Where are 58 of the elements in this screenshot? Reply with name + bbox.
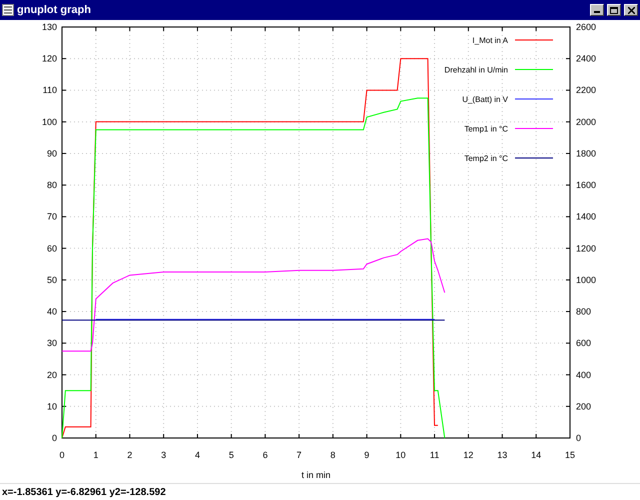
y2-tick-label: 0: [576, 433, 582, 443]
legend-label: Temp1 in °C: [464, 124, 508, 134]
minimize-button[interactable]: [590, 4, 604, 16]
x-tick-label: 3: [161, 450, 166, 460]
close-icon: [628, 6, 634, 14]
x-tick-label: 8: [330, 450, 336, 460]
y-tick-label: 120: [42, 54, 57, 64]
legend-label: Temp2 in °C: [464, 154, 508, 163]
x-tick-label: 4: [194, 450, 200, 460]
app-icon: [2, 4, 14, 16]
y-tick-label: 20: [46, 370, 57, 380]
x-tick-label: 9: [364, 450, 370, 460]
y-tick-label: 110: [42, 85, 57, 96]
window-title: gnuplot graph: [17, 4, 92, 16]
y2-tick-label: 1000: [576, 274, 596, 285]
y2-tick-label: 2400: [576, 54, 596, 64]
y-tick-label: 30: [46, 338, 57, 348]
y2-tick-label: 400: [576, 370, 592, 380]
y-tick-label: 100: [42, 116, 57, 127]
x-tick-label: 10: [396, 450, 406, 460]
y-tick-label: 50: [46, 274, 57, 285]
x-tick-label: 7: [296, 450, 302, 460]
y-tick-label: 40: [46, 306, 57, 317]
status-text: x=-1.85361 y=-6.82961 y2=-128.592: [2, 486, 166, 498]
y-tick-label: 10: [46, 401, 57, 412]
x-tick-label: 0: [60, 450, 64, 460]
x-axis-label: t in min: [302, 470, 330, 480]
x-tick-label: 2: [127, 450, 132, 460]
y2-tick-label: 1400: [576, 212, 596, 222]
y-tick-label: 0: [52, 433, 57, 443]
x-tick-label: 12: [463, 450, 474, 460]
maximize-icon: [610, 6, 618, 14]
maximize-button[interactable]: [607, 4, 621, 16]
y-tick-label: 70: [46, 212, 57, 222]
y-tick-label: 60: [46, 243, 57, 254]
legend-label: Drehzahl in U/min: [444, 66, 508, 74]
x-tick-label: 11: [430, 450, 440, 460]
x-tick-label: 13: [497, 450, 508, 460]
x-tick-label: 14: [531, 450, 542, 460]
y2-tick-label: 2200: [576, 85, 596, 96]
close-button[interactable]: [624, 4, 638, 16]
y2-tick-label: 200: [576, 401, 592, 412]
x-tick-label: 1: [93, 450, 98, 460]
y-tick-label: 90: [46, 148, 57, 158]
y2-tick-label: 800: [576, 306, 592, 317]
x-tick-label: 15: [565, 450, 575, 460]
y2-tick-label: 1600: [576, 180, 596, 190]
legend-label: I_Mot in A: [472, 36, 508, 45]
x-tick-label: 5: [228, 450, 234, 460]
x-tick-label: 6: [262, 450, 268, 460]
y-tick-label: 130: [42, 22, 57, 32]
y2-tick-label: 1200: [576, 243, 596, 254]
y2-tick-label: 1800: [576, 148, 596, 158]
y-tick-label: 80: [46, 180, 57, 190]
y2-tick-label: 2000: [576, 116, 596, 127]
legend-label: U_(Batt) in V: [462, 95, 508, 104]
y2-tick-label: 2600: [576, 22, 596, 32]
y2-tick-label: 600: [576, 338, 592, 348]
